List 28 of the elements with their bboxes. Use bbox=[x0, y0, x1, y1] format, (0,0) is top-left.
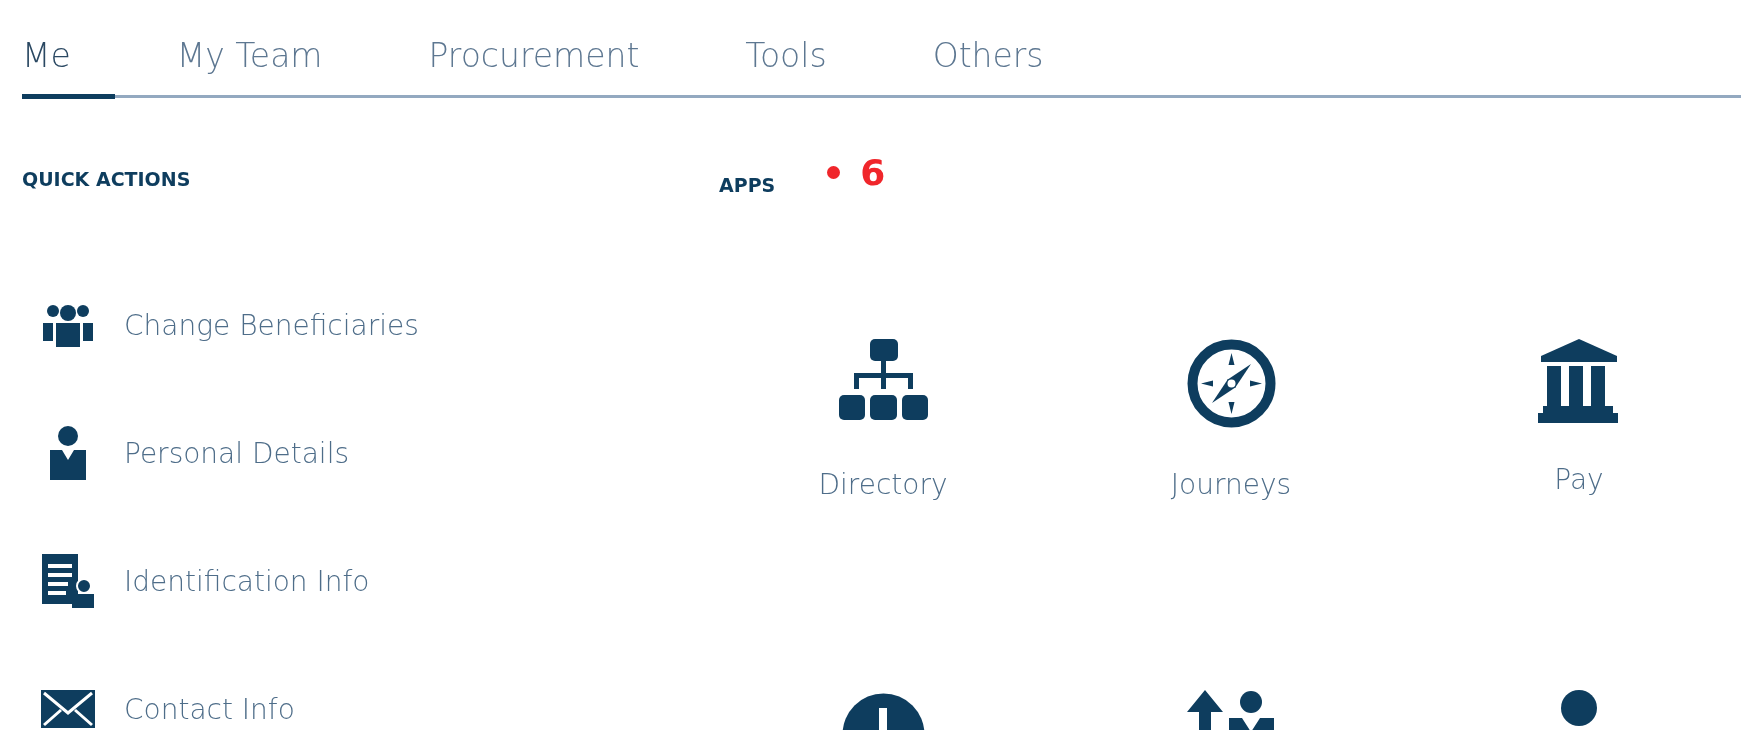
quick-action-link[interactable]: Personal Details bbox=[22, 389, 349, 517]
nav-tab[interactable]: Tools bbox=[745, 0, 871, 99]
annotation-number: 6 bbox=[860, 152, 886, 193]
section-heading: QUICK ACTIONS bbox=[22, 167, 192, 192]
quick-action-label: Identification Info bbox=[124, 564, 370, 598]
bank-building-icon bbox=[1537, 339, 1621, 423]
people-group-icon bbox=[40, 303, 96, 347]
quick-action-label: Contact Info bbox=[124, 692, 295, 726]
document-person-icon bbox=[42, 554, 94, 608]
app-tile[interactable]: Pay bbox=[1405, 339, 1741, 690]
envelope-icon bbox=[41, 690, 95, 728]
compass-icon bbox=[1186, 339, 1276, 428]
app-tile[interactable]: Journeys bbox=[1057, 339, 1405, 690]
app-tile[interactable]: Directory bbox=[709, 339, 1057, 690]
person-icon bbox=[48, 426, 88, 480]
nav-tab[interactable]: My Team bbox=[176, 0, 367, 99]
nav-tab[interactable]: Others bbox=[932, 0, 1088, 99]
quick-action-label: Personal Details bbox=[124, 436, 349, 470]
app-label: Pay bbox=[1554, 463, 1604, 496]
nav-tab[interactable]: Me bbox=[22, 0, 115, 99]
app-label: Journeys bbox=[1170, 468, 1292, 501]
section-heading: APPS bbox=[719, 172, 776, 198]
quick-action-link[interactable]: Change Beneficiaries bbox=[22, 261, 419, 389]
nav-tab[interactable]: Procurement bbox=[428, 0, 684, 99]
app-label: Directory bbox=[818, 468, 948, 501]
quick-action-link[interactable]: Identification Info bbox=[22, 517, 370, 645]
quick-action-label: Change Beneficiaries bbox=[124, 308, 419, 342]
quick-action-link[interactable]: Contact Info bbox=[22, 645, 295, 730]
